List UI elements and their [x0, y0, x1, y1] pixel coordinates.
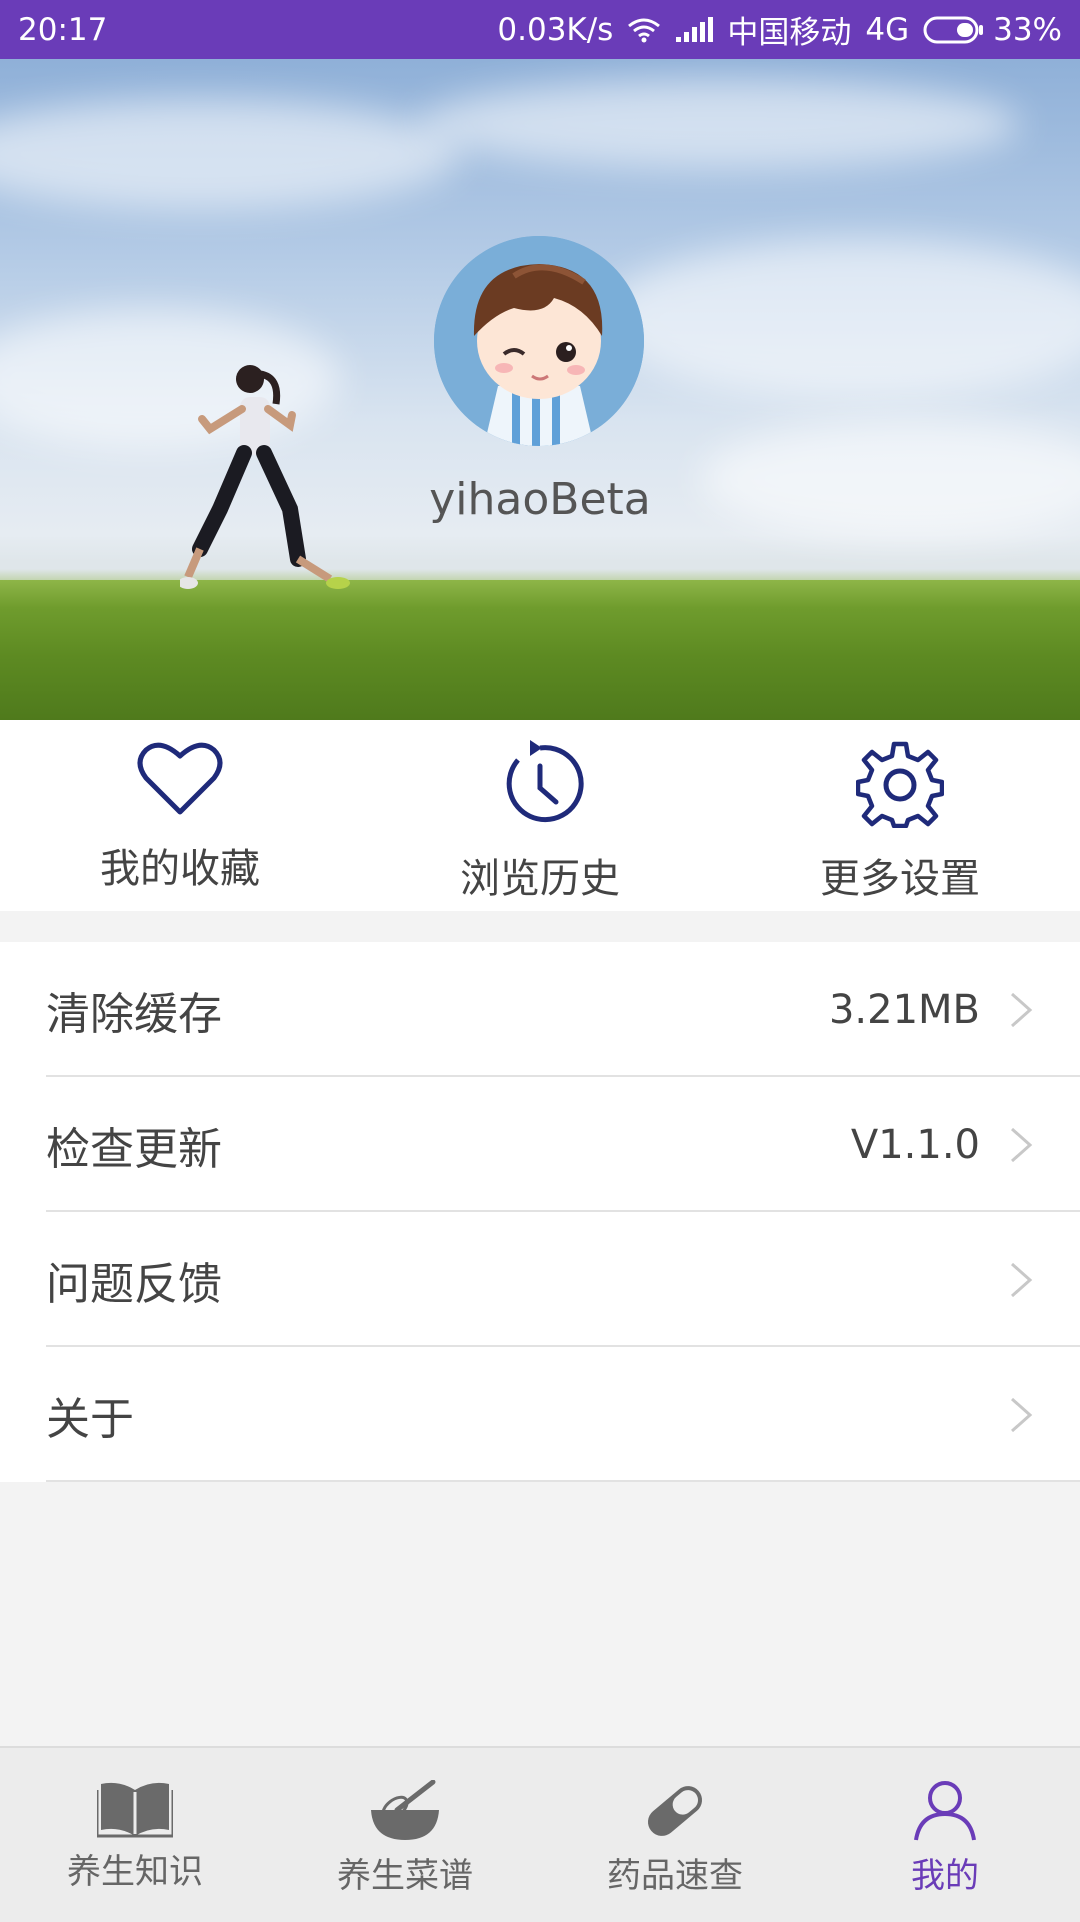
battery-icon	[923, 16, 984, 43]
gear-icon	[856, 741, 944, 828]
version-value: V1.1.0	[850, 1121, 980, 1168]
carrier-name: 中国移动	[727, 15, 852, 51]
grass-field	[0, 580, 1080, 720]
about-row[interactable]: 关于	[0, 1347, 1080, 1482]
pill-icon	[647, 1786, 703, 1836]
bottom-navigation: 养生知识 养生菜谱 药品速查 我的	[0, 1746, 1080, 1922]
wifi-icon	[627, 17, 661, 43]
tab-health-knowledge[interactable]: 养生知识	[0, 1748, 270, 1922]
whisk-bowl-icon	[371, 1780, 439, 1840]
settings-list: 清除缓存 3.21MB 检查更新 V1.1.0 问题反馈 关于	[0, 942, 1080, 1482]
signal-icon	[675, 16, 714, 43]
tab-drug-lookup-label: 药品速查	[607, 1856, 743, 1896]
quick-actions-bar: 我的收藏 浏览历史 更多设置	[0, 720, 1080, 911]
history-button[interactable]: 浏览历史	[360, 720, 720, 911]
check-update-title: 检查更新	[46, 1123, 222, 1175]
tab-health-recipes[interactable]: 养生菜谱	[270, 1748, 540, 1922]
cartoon-boy-avatar-icon	[434, 236, 644, 446]
about-title: 关于	[46, 1393, 134, 1445]
clear-cache-title: 清除缓存	[46, 988, 222, 1040]
feedback-row[interactable]: 问题反馈	[0, 1212, 1080, 1347]
more-settings-button[interactable]: 更多设置	[720, 720, 1080, 911]
favorites-button[interactable]: 我的收藏	[0, 720, 360, 911]
chevron-right-icon	[1011, 992, 1033, 1027]
book-icon	[97, 1782, 173, 1838]
history-label: 浏览历史	[460, 856, 620, 902]
favorites-label: 我的收藏	[100, 846, 260, 892]
history-icon	[506, 740, 584, 823]
person-icon	[914, 1781, 976, 1841]
avatar[interactable]	[434, 236, 644, 446]
battery-indicator: 33%	[923, 12, 1062, 48]
tab-drug-lookup[interactable]: 药品速查	[540, 1748, 810, 1922]
network-speed: 0.03K/s	[497, 11, 614, 48]
status-bar: 20:17 0.03K/s 中国移动 4G 33%	[0, 0, 1080, 59]
username: yihaoBeta	[429, 474, 651, 525]
tab-mine[interactable]: 我的	[810, 1748, 1080, 1922]
check-update-row[interactable]: 检查更新 V1.1.0	[0, 1077, 1080, 1212]
tab-health-knowledge-label: 养生知识	[67, 1852, 203, 1892]
status-time: 20:17	[18, 11, 108, 48]
tab-mine-label: 我的	[911, 1856, 979, 1896]
cache-size-value: 3.21MB	[828, 986, 980, 1033]
chevron-right-icon	[1011, 1397, 1033, 1432]
feedback-title: 问题反馈	[46, 1258, 222, 1310]
heart-icon	[137, 742, 223, 815]
battery-percent: 33%	[993, 11, 1062, 48]
profile-header-banner: yihaoBeta	[0, 59, 1080, 720]
chevron-right-icon	[1011, 1262, 1033, 1297]
network-type: 4G	[865, 11, 910, 48]
chevron-right-icon	[1011, 1127, 1033, 1162]
clear-cache-row[interactable]: 清除缓存 3.21MB	[0, 942, 1080, 1077]
tab-health-recipes-label: 养生菜谱	[337, 1856, 473, 1896]
more-settings-label: 更多设置	[820, 856, 980, 902]
